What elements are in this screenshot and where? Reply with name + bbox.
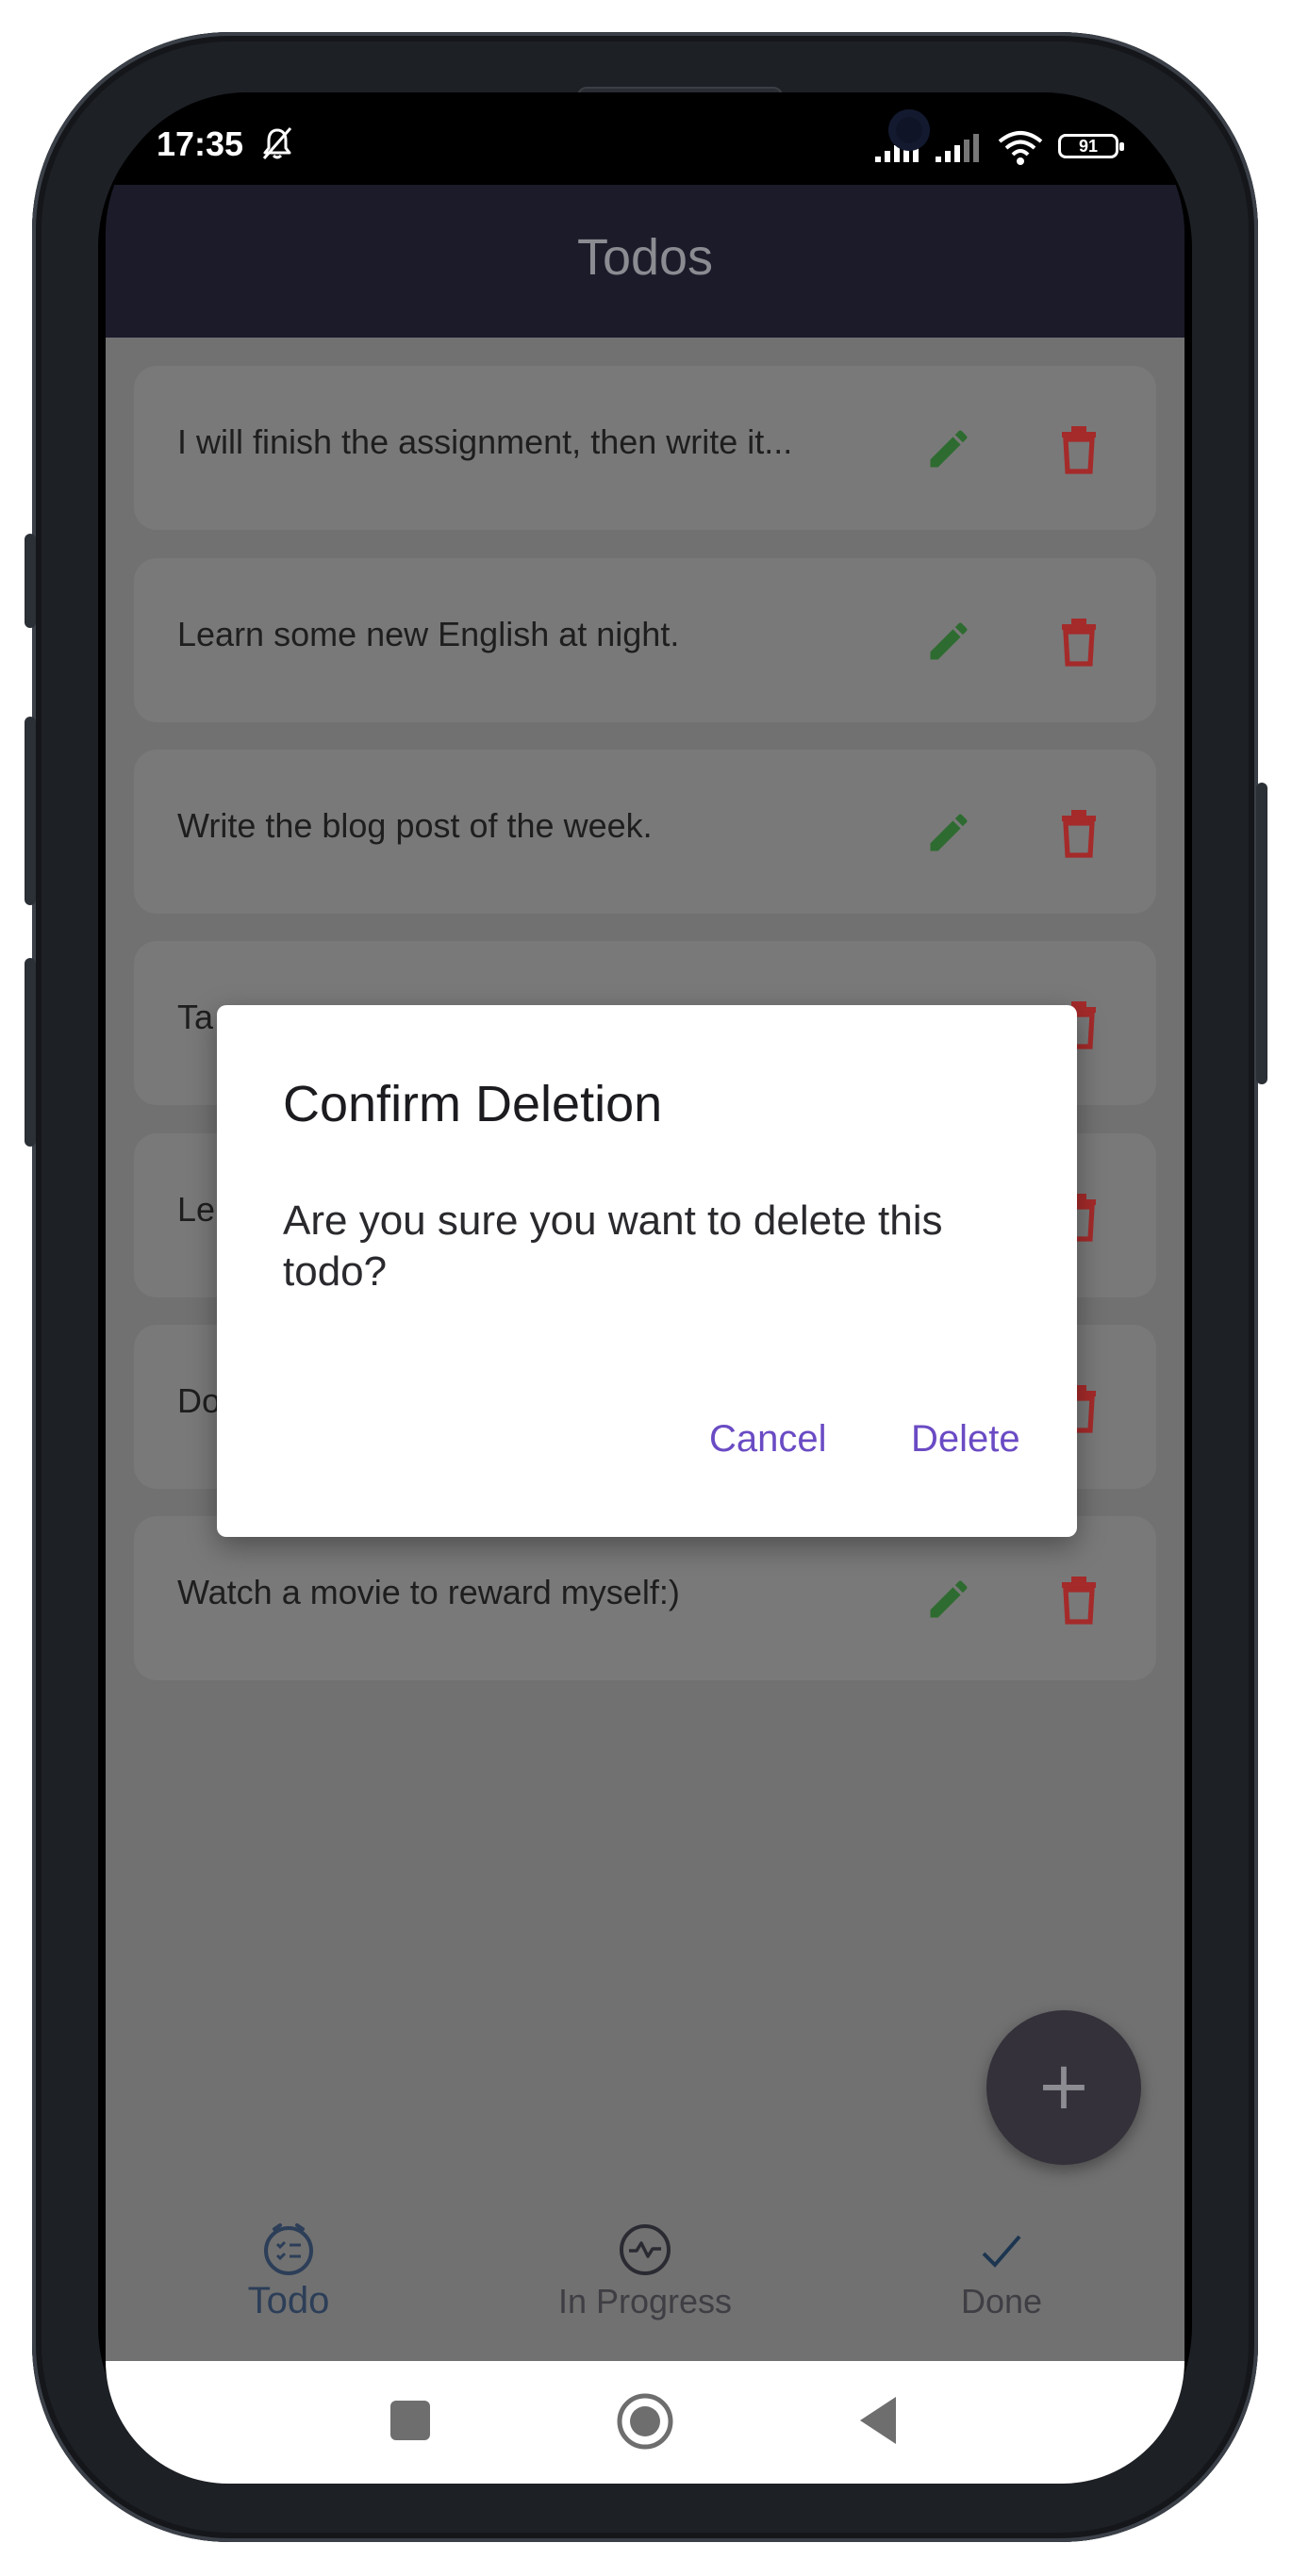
camera-notch <box>421 92 930 189</box>
todo-text: Write the blog post of the week. <box>177 806 653 845</box>
side-button-mute <box>25 534 36 628</box>
todo-text: I will finish the assignment, then write… <box>177 422 793 461</box>
edit-icon[interactable] <box>924 1575 973 1624</box>
todo-text: Watch a movie to reward myself:) <box>177 1573 680 1611</box>
screen: 17:35 91 Todos I will finish the assignm… <box>106 92 1184 2484</box>
todo-text: Ta <box>177 998 214 1036</box>
side-button-power <box>1256 783 1267 1084</box>
delete-icon[interactable] <box>1056 422 1102 475</box>
signal-icon-2 <box>936 134 979 162</box>
nav-label-done: Done <box>960 2282 1043 2320</box>
app-bar: Todos <box>106 185 1184 338</box>
edit-icon[interactable] <box>924 424 973 473</box>
status-time: 17:35 <box>157 124 244 163</box>
battery-indicator: 91 <box>1058 134 1124 158</box>
dialog-message: Are you sure you want to delete this tod… <box>283 1197 943 1295</box>
edit-icon[interactable] <box>924 808 973 857</box>
back-button-icon[interactable] <box>856 2395 898 2446</box>
todo-item[interactable]: Write the blog post of the week. <box>134 750 1156 914</box>
todo-text: Do <box>177 1381 222 1420</box>
confirm-delete-dialog: Confirm Deletion Are you sure you want t… <box>217 1005 1077 1537</box>
home-button-icon[interactable] <box>615 2391 675 2452</box>
delete-icon[interactable] <box>1056 1573 1102 1626</box>
cancel-button[interactable]: Cancel <box>709 1418 827 1461</box>
todo-item[interactable]: Learn some new English at night. <box>134 558 1156 722</box>
todo-list-icon <box>264 2223 313 2275</box>
system-navigation-bar <box>106 2361 1184 2484</box>
side-button-volume-up <box>25 717 36 905</box>
delete-button[interactable]: Delete <box>911 1418 1020 1461</box>
add-todo-button[interactable]: + <box>986 2010 1141 2165</box>
nav-tab-todo[interactable]: Todo <box>147 2201 430 2322</box>
edit-icon[interactable] <box>924 617 973 666</box>
todo-item[interactable]: Watch a movie to reward myself:) <box>134 1516 1156 1680</box>
delete-icon[interactable] <box>1056 806 1102 859</box>
nav-tab-done[interactable]: Done <box>860 2201 1143 2321</box>
recents-button-icon[interactable] <box>389 2399 432 2442</box>
bell-off-icon <box>262 127 292 159</box>
front-camera <box>888 109 930 151</box>
wifi-icon <box>998 131 1043 165</box>
todo-item[interactable]: I will finish the assignment, then write… <box>134 366 1156 530</box>
dialog-title: Confirm Deletion <box>283 1076 663 1132</box>
nav-label-in-progress: In Progress <box>557 2282 733 2320</box>
delete-icon[interactable] <box>1056 615 1102 668</box>
todo-text: Le <box>177 1190 216 1229</box>
todo-text: Learn some new English at night. <box>177 615 680 653</box>
nav-label-todo: Todo <box>247 2280 330 2321</box>
page-title: Todos <box>576 229 714 286</box>
bottom-navigation: Todo In Progress Done <box>106 2201 1184 2361</box>
nav-tab-in-progress[interactable]: In Progress <box>504 2201 787 2321</box>
check-icon <box>982 2235 1021 2268</box>
side-button-volume-down <box>25 958 36 1147</box>
activity-icon <box>620 2224 671 2275</box>
